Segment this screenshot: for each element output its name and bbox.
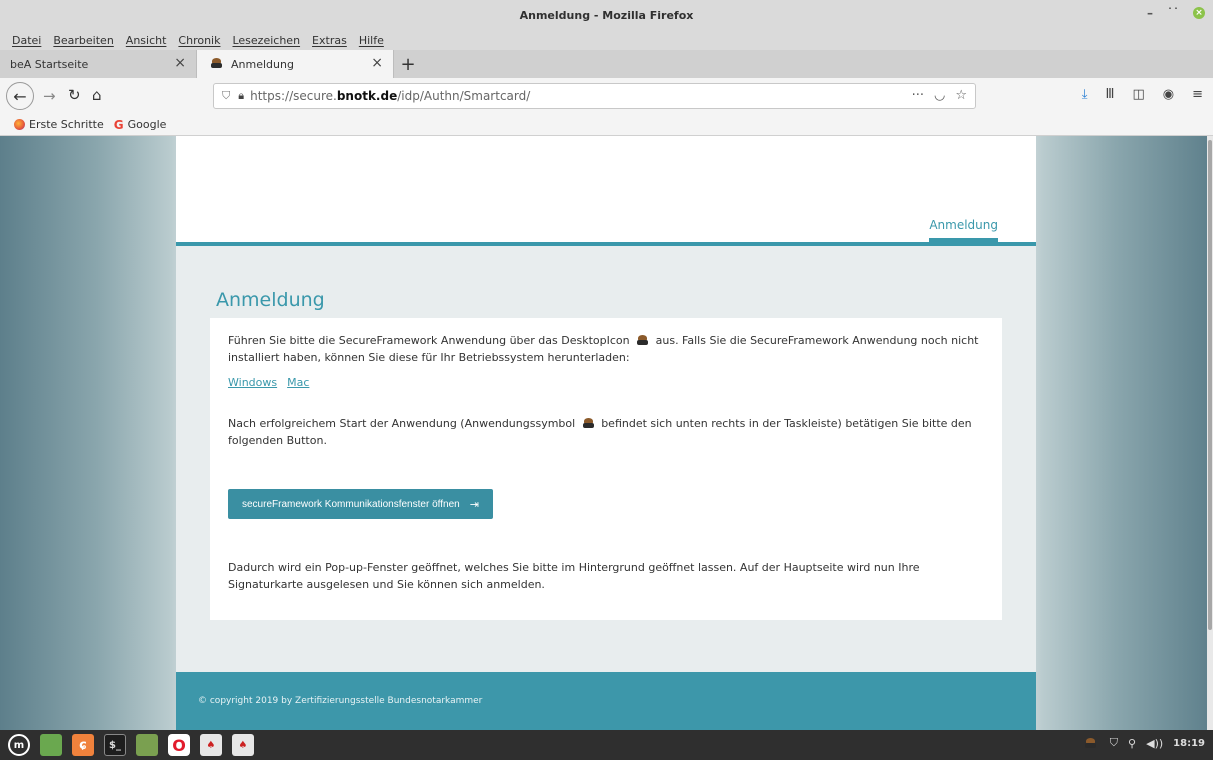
popup-info-text: Dadurch wird ein Pop-up-Fenster geöffnet… — [228, 561, 920, 591]
window-title: Anmeldung - Mozilla Firefox — [519, 8, 694, 22]
page-actions-icon[interactable]: ··· — [912, 88, 924, 103]
secureframework-tray-app-icon[interactable] — [1084, 738, 1096, 748]
url-host: bnotk.de — [336, 89, 398, 103]
terminal-icon[interactable]: $_ — [104, 734, 126, 756]
new-tab-button[interactable]: + — [394, 50, 422, 78]
tab-bea-startseite[interactable]: beA Startseite × — [0, 50, 197, 78]
google-icon: G — [113, 117, 124, 132]
secureframework-tray-icon — [582, 418, 594, 428]
page-footer: © copyright 2019 by Zertifizierungsstell… — [176, 672, 1036, 730]
url-path: /idp/Authn/Smartcard/ — [397, 89, 531, 103]
forward-button[interactable]: → — [43, 87, 56, 105]
taskbar: m ɕ $_ O ♠ ♠ ⛉ ⚲ ◀)) 18:19 — [0, 730, 1213, 760]
menu-extras[interactable]: Extras — [312, 34, 347, 47]
bookmarks-toolbar: Erste Schritte G Google — [0, 114, 1213, 136]
download-windows-link[interactable]: Windows — [228, 374, 277, 391]
firefox-icon — [14, 119, 25, 130]
nav-anmeldung[interactable]: Anmeldung — [929, 218, 998, 242]
bookmark-star-icon[interactable]: ☆ — [955, 88, 967, 103]
intro-text: Führen Sie bitte die SecureFramework Anw… — [228, 332, 984, 366]
solitaire-icon-2[interactable]: ♠ — [232, 734, 254, 756]
menu-lesezeichen[interactable]: Lesezeichen — [232, 34, 300, 47]
secureframework-icon — [211, 58, 223, 70]
download-links: Windows Mac — [228, 374, 984, 391]
show-desktop-icon[interactable] — [40, 734, 62, 756]
network-icon[interactable]: ⚲ — [1128, 737, 1136, 750]
firefox-taskbar-icon[interactable]: ɕ — [72, 734, 94, 756]
url-actions: ··· ◡ ☆ — [912, 88, 967, 103]
menu-icon[interactable]: ≡ — [1192, 87, 1203, 102]
url-prefix: https://secure. — [250, 89, 337, 103]
window-controls: – ˙˙ × — [1147, 6, 1205, 20]
minimize-icon[interactable]: – — [1147, 6, 1153, 20]
reload-button[interactable]: ↻ — [68, 86, 81, 104]
url-input[interactable]: ⛉ 🔒︎ https://secure. bnotk.de/idp/Authn/S… — [213, 83, 976, 109]
tab-label: Anmeldung — [231, 57, 294, 71]
maximize-icon[interactable]: ˙˙ — [1167, 6, 1179, 20]
menu-chronik[interactable]: Chronik — [178, 34, 220, 47]
web-content: Anmeldung Anmeldung Führen Sie bitte die… — [0, 136, 1213, 730]
opera-icon[interactable]: O — [168, 734, 190, 756]
page: Anmeldung Anmeldung Führen Sie bitte die… — [176, 136, 1036, 730]
intro-text-part1: Führen Sie bitte die SecureFramework Anw… — [228, 334, 630, 347]
files-icon[interactable] — [136, 734, 158, 756]
tracking-shield-icon[interactable]: ⛉ — [222, 89, 230, 103]
page-header: Anmeldung — [176, 136, 1036, 246]
tab-close-icon[interactable]: × — [174, 55, 186, 71]
lock-icon[interactable]: 🔒︎ — [238, 89, 244, 103]
volume-icon[interactable]: ◀)) — [1146, 737, 1163, 750]
copyright-text: © copyright 2019 by Zertifizierungsstell… — [198, 696, 483, 706]
tab-bar: beA Startseite × Anmeldung × + — [0, 50, 1213, 78]
scrollbar-thumb[interactable] — [1208, 140, 1212, 630]
shield-icon[interactable]: ⛉ — [1110, 736, 1118, 750]
system-tray: ⛉ ⚲ ◀)) 18:19 — [1081, 736, 1205, 750]
tab-label: beA Startseite — [10, 57, 89, 71]
menu-bearbeiten[interactable]: Bearbeiten — [53, 34, 113, 47]
bookmark-label: Google — [127, 118, 167, 131]
button-label: secureFramework Kommunikationsfenster öf… — [242, 498, 460, 510]
bookmark-erste-schritte[interactable]: Erste Schritte — [14, 118, 104, 131]
back-button[interactable]: ← — [6, 82, 34, 110]
vertical-scrollbar[interactable] — [1207, 136, 1213, 730]
download-icon[interactable]: ⤓ — [1082, 87, 1088, 102]
page-title: Anmeldung — [216, 289, 325, 311]
close-icon[interactable]: × — [1193, 7, 1205, 19]
sidebar-icon[interactable]: ◫ — [1132, 87, 1144, 102]
library-icon[interactable]: Ⅲ — [1105, 87, 1114, 102]
menu-ansicht[interactable]: Ansicht — [126, 34, 167, 47]
tab-close-icon[interactable]: × — [371, 55, 383, 71]
solitaire-icon[interactable]: ♠ — [200, 734, 222, 756]
sign-in-icon: ⇥ — [469, 498, 479, 511]
menu-hilfe[interactable]: Hilfe — [359, 34, 384, 47]
toolbar-right: ⤓ Ⅲ ◫ ◉ ≡ — [1082, 87, 1203, 102]
pocket-icon[interactable]: ◡ — [934, 88, 945, 103]
start-text-part1: Nach erfolgreichem Start der Anwendung (… — [228, 417, 576, 430]
open-communication-window-button[interactable]: secureFramework Kommunikationsfenster öf… — [228, 489, 493, 519]
home-button[interactable]: ⌂ — [92, 86, 102, 104]
mint-menu-icon[interactable]: m — [8, 734, 30, 756]
tab-anmeldung[interactable]: Anmeldung × — [197, 50, 394, 78]
menubar: Datei Bearbeiten Ansicht Chronik Lesezei… — [0, 30, 1213, 50]
window-titlebar: Anmeldung - Mozilla Firefox – ˙˙ × — [0, 0, 1213, 30]
start-instructions: Nach erfolgreichem Start der Anwendung (… — [228, 415, 984, 449]
menu-datei[interactable]: Datei — [12, 34, 41, 47]
secureframework-desktop-icon — [637, 335, 649, 345]
account-icon[interactable]: ◉ — [1163, 87, 1174, 102]
clock[interactable]: 18:19 — [1173, 738, 1205, 749]
bookmark-google[interactable]: G Google — [114, 118, 167, 132]
navigation-toolbar: ← → ↻ ⌂ ⛉ 🔒︎ https://secure. bnotk.de/idp… — [0, 78, 1213, 114]
content-card: Führen Sie bitte die SecureFramework Anw… — [210, 318, 1002, 620]
bookmark-label: Erste Schritte — [29, 118, 104, 131]
download-mac-link[interactable]: Mac — [287, 374, 309, 391]
